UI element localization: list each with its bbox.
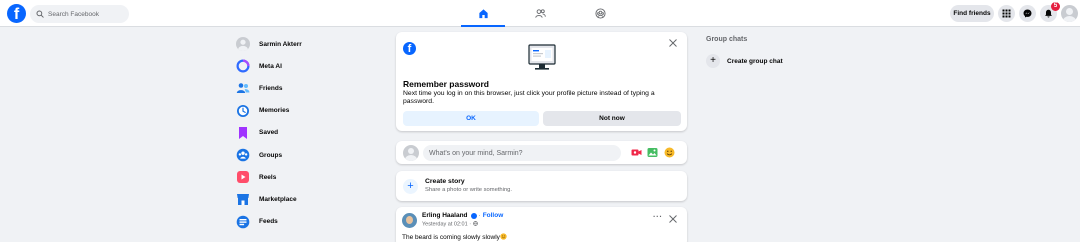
verified-badge-icon <box>470 212 477 219</box>
post-header: Erling Haaland · Follow <box>422 212 504 219</box>
more-options-button[interactable]: ··· <box>653 212 663 221</box>
follow-link[interactable]: Follow <box>483 212 504 219</box>
groups-icon <box>236 148 250 162</box>
sidebar-item-label: Meta AI <box>259 62 282 70</box>
bell-icon <box>1045 9 1052 18</box>
user-avatar <box>403 145 419 161</box>
home-icon <box>478 9 488 19</box>
messenger-icon <box>1023 9 1032 18</box>
top-navigation-bar: f Find friends 5 <box>0 0 1080 27</box>
grid-menu-icon <box>1002 9 1011 18</box>
sidebar-item-marketplace[interactable]: Marketplace <box>232 188 382 210</box>
computer-illustration-icon <box>528 44 556 70</box>
search-input[interactable] <box>48 10 128 18</box>
post-timestamp[interactable]: Yesterday at 02:01 · <box>422 221 478 228</box>
marketplace-icon <box>236 192 250 206</box>
close-icon[interactable] <box>669 215 677 223</box>
sidebar-item-label: Sarmin Akterr <box>259 40 302 48</box>
card-description: Next time you log in on this browser, ju… <box>403 90 655 105</box>
author-avatar[interactable] <box>402 213 417 228</box>
tab-groups[interactable] <box>578 0 622 27</box>
sidebar-item-friends[interactable]: Friends <box>232 77 382 99</box>
notification-badge: 5 <box>1051 2 1060 11</box>
menu-button[interactable] <box>998 5 1015 22</box>
friends-icon <box>236 81 250 95</box>
sidebar-item-saved[interactable]: Saved <box>232 122 382 144</box>
author-name[interactable]: Erling Haaland <box>422 212 468 219</box>
photo-video-icon[interactable] <box>647 147 658 158</box>
feeds-icon <box>236 215 250 229</box>
account-avatar[interactable] <box>1061 5 1078 22</box>
post-composer: What's on your mind, Sarmin? <box>396 141 687 164</box>
left-sidebar: Sarmin Akterr Meta AI Friends Memories S… <box>232 33 382 233</box>
feed-post: Erling Haaland · Follow Yesterday at 02:… <box>396 207 687 242</box>
reels-icon <box>236 170 250 184</box>
card-title: Remember password <box>403 79 489 89</box>
sidebar-item-meta-ai[interactable]: Meta AI <box>232 55 382 77</box>
facebook-logo[interactable]: f <box>7 4 26 23</box>
sidebar-item-label: Reels <box>259 173 277 181</box>
create-story-card[interactable]: + Create story Share a photo or write so… <box>396 171 687 201</box>
sidebar-item-label: Saved <box>259 129 279 137</box>
friends-icon <box>534 9 546 18</box>
notifications-button[interactable]: 5 <box>1040 2 1060 22</box>
create-group-chat-label: Create group chat <box>727 57 783 65</box>
create-group-chat-button[interactable]: + Create group chat <box>706 54 783 68</box>
saved-icon <box>236 126 250 140</box>
story-subtitle: Share a photo or write something. <box>425 187 513 193</box>
sidebar-item-label: Groups <box>259 151 283 159</box>
groups-tab-icon <box>594 8 606 19</box>
sidebar-item-label: Memories <box>259 107 290 115</box>
sidebar-item-label: Marketplace <box>259 195 297 203</box>
messenger-button[interactable] <box>1019 5 1036 22</box>
timestamp-text: Yesterday at 02:01 · <box>422 221 472 228</box>
sidebar-item-groups[interactable]: Groups <box>232 144 382 166</box>
find-friends-button[interactable]: Find friends <box>950 5 994 22</box>
close-icon[interactable] <box>669 39 677 47</box>
sidebar-item-label: Friends <box>259 84 283 92</box>
post-text: The beard is coming slowly slowly <box>402 233 507 241</box>
sidebar-item-reels[interactable]: Reels <box>232 166 382 188</box>
emoji-icon <box>500 233 507 240</box>
live-video-icon[interactable] <box>631 147 642 158</box>
composer-input[interactable]: What's on your mind, Sarmin? <box>423 145 621 161</box>
feeling-emoji-icon[interactable] <box>664 147 675 158</box>
sidebar-item-label: Feeds <box>259 218 278 226</box>
tab-friends[interactable] <box>518 0 562 27</box>
post-text-content: The beard is coming slowly slowly <box>402 234 500 241</box>
not-now-button[interactable]: Not now <box>543 111 681 126</box>
story-title: Create story <box>425 178 465 185</box>
group-chats-heading: Group chats <box>706 36 748 43</box>
tab-home[interactable] <box>461 0 505 27</box>
search-icon <box>36 10 44 18</box>
facebook-logo-small: f <box>403 42 416 55</box>
right-column: Group chats + Create group chat <box>706 36 783 68</box>
sidebar-item-profile[interactable]: Sarmin Akterr <box>232 33 382 55</box>
ok-button[interactable]: OK <box>403 111 539 126</box>
sidebar-item-feeds[interactable]: Feeds <box>232 211 382 233</box>
memories-icon <box>236 104 250 118</box>
meta-ai-icon <box>236 59 250 73</box>
user-avatar <box>236 37 250 52</box>
sidebar-item-memories[interactable]: Memories <box>232 100 382 122</box>
search-box[interactable] <box>30 5 129 23</box>
plus-icon: + <box>403 179 418 194</box>
plus-icon: + <box>706 54 720 68</box>
globe-icon <box>472 221 478 226</box>
remember-password-card: f Remember password Next time you log in… <box>396 32 687 131</box>
